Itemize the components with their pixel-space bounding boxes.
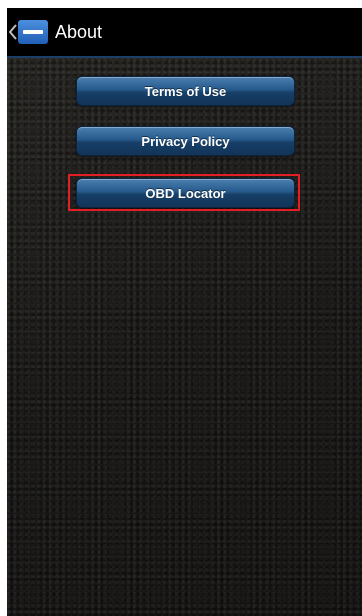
action-bar: About	[7, 8, 362, 58]
app-logo-icon	[18, 20, 48, 44]
terms-of-use-button[interactable]: Terms of Use	[76, 76, 295, 106]
content-area: Terms of Use Privacy Policy OBD Locator	[7, 58, 362, 616]
privacy-policy-button[interactable]: Privacy Policy	[76, 126, 295, 156]
app-logo-mark	[23, 30, 43, 34]
page-title: About	[55, 22, 103, 42]
up-navigation-button[interactable]	[7, 8, 53, 56]
obd-locator-button[interactable]: OBD Locator	[76, 178, 295, 208]
chevron-left-icon	[9, 24, 17, 40]
app-screen: About Terms of Use Privacy Policy OBD Lo…	[7, 8, 362, 616]
